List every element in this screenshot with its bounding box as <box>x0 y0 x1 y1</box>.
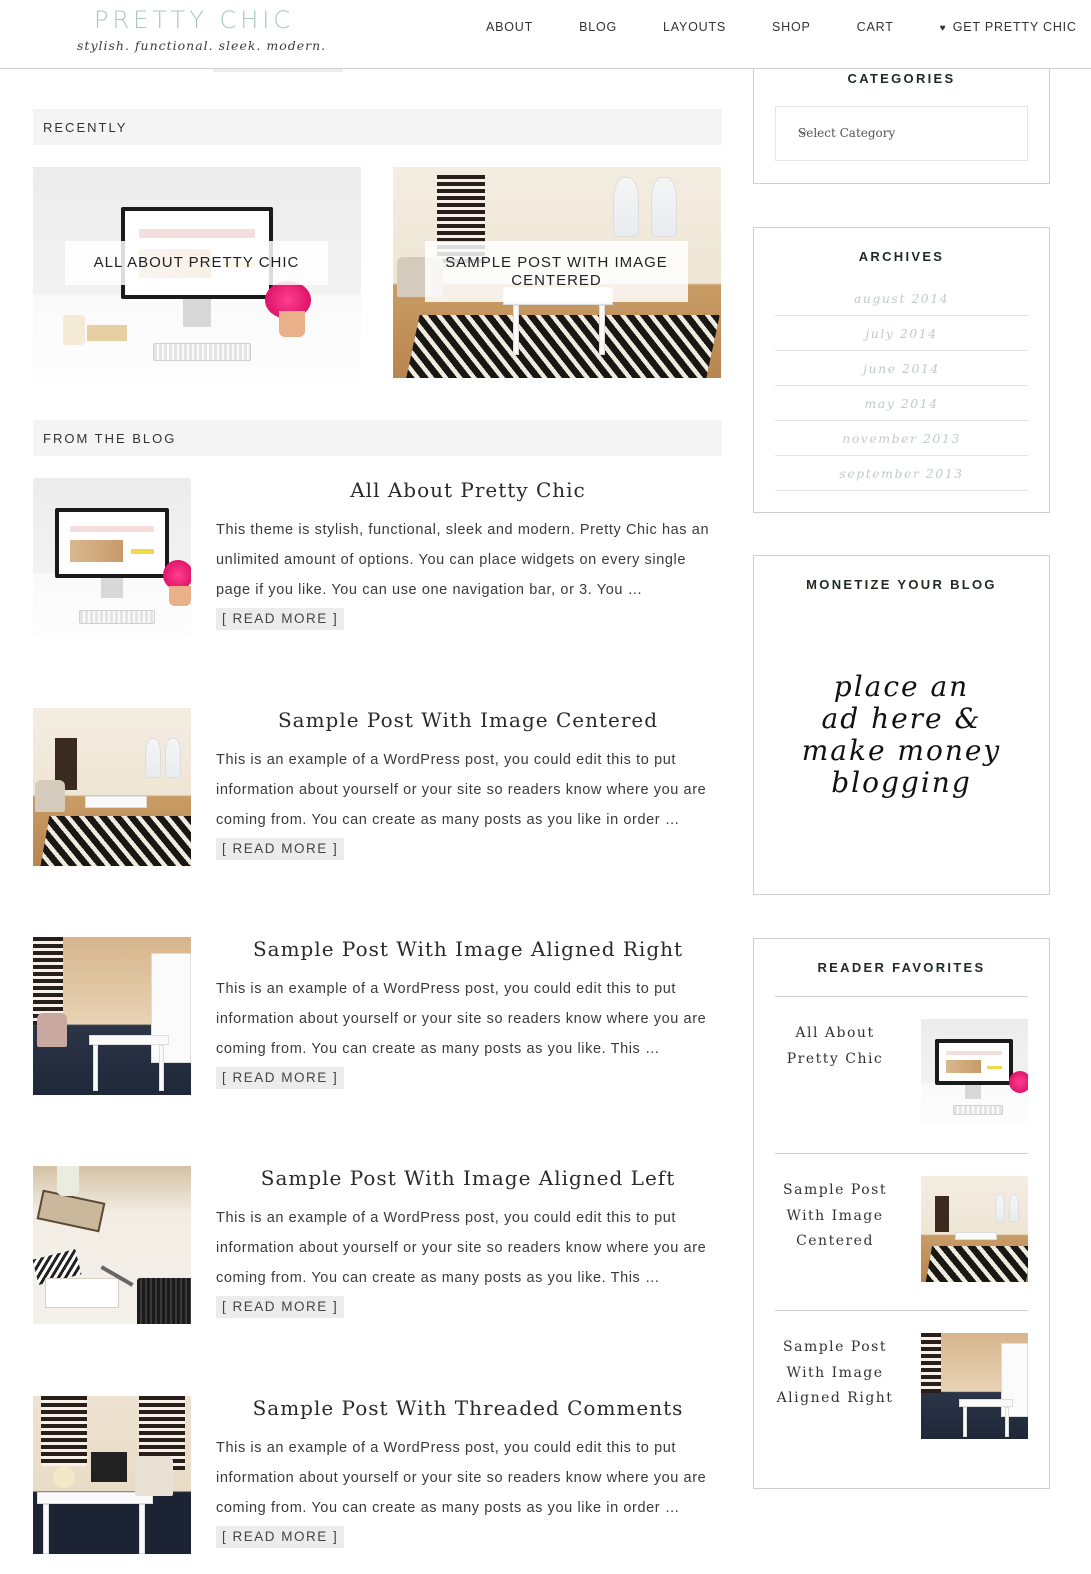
nav-get-pretty-chic[interactable]: ♥ GET PRETTY CHIC <box>940 20 1077 34</box>
post-thumbnail[interactable] <box>33 1166 191 1324</box>
reader-favorites-widget: READER FAVORITES All About Pretty Chic S… <box>753 938 1050 1489</box>
post-thumbnail[interactable] <box>33 708 191 866</box>
archives-title: ARCHIVES <box>858 249 945 264</box>
categories-title: CATEGORIES <box>847 71 956 86</box>
post-excerpt-text: This is an example of a WordPress post, … <box>216 1210 707 1286</box>
monetize-widget: MONETIZE YOUR BLOG place an ad here & ma… <box>753 555 1050 895</box>
archive-link[interactable]: november 2013 <box>775 421 1028 456</box>
archives-list: august 2014 july 2014 june 2014 may 2014… <box>775 281 1028 491</box>
archive-link[interactable]: june 2014 <box>775 351 1028 386</box>
post-title-link[interactable]: Sample Post With Threaded Comments <box>216 1396 720 1420</box>
nav-cart[interactable]: CART <box>857 20 894 34</box>
ad-line: place an <box>833 670 970 703</box>
post-thumbnail[interactable] <box>33 1396 191 1554</box>
favorite-title-link[interactable]: All About Pretty Chic <box>775 1021 895 1072</box>
read-more-button[interactable]: [ READ MORE ] <box>216 838 345 861</box>
nav-about[interactable]: ABOUT <box>486 20 533 34</box>
archive-link[interactable]: may 2014 <box>775 386 1028 421</box>
site-header: PRETTY CHIC stylish. functional. sleek. … <box>0 0 1091 69</box>
post-excerpt: This is an example of a WordPress post, … <box>216 746 722 865</box>
blog-post: Sample Post With Threaded Comments This … <box>33 1396 722 1556</box>
favorite-title-link[interactable]: Sample Post With Image Aligned Right <box>775 1335 895 1412</box>
recent-tile-sample-post-image-centered[interactable]: SAMPLE POST WITH IMAGE CENTERED <box>393 167 721 378</box>
recent-tile-label: SAMPLE POST WITH IMAGE CENTERED <box>425 241 688 302</box>
archive-link[interactable]: august 2014 <box>775 281 1028 316</box>
post-thumbnail[interactable] <box>33 478 191 636</box>
site-logo[interactable]: PRETTY CHIC <box>94 6 294 34</box>
recent-tile-label: ALL ABOUT PRETTY CHIC <box>65 241 328 285</box>
from-the-blog-title: FROM THE BLOG <box>43 431 177 446</box>
desk-stationery-image <box>33 1166 191 1324</box>
monetize-title: MONETIZE YOUR BLOG <box>806 577 997 592</box>
favorite-thumbnail[interactable] <box>921 1333 1028 1439</box>
favorite-thumbnail[interactable] <box>921 1019 1028 1125</box>
favorite-item: All About Pretty Chic <box>775 996 1028 1153</box>
header-divider-tab <box>213 69 343 72</box>
home-office-image <box>33 1396 191 1554</box>
archive-link[interactable]: september 2013 <box>775 456 1028 491</box>
site-tagline: stylish. functional. sleek. modern. <box>77 38 327 53</box>
ad-line: blogging <box>831 766 972 799</box>
category-select[interactable]: Select Category ⌵ <box>775 106 1028 161</box>
post-excerpt: This theme is stylish, functional, sleek… <box>216 516 722 635</box>
post-excerpt: This is an example of a WordPress post, … <box>216 975 722 1094</box>
nav-blog[interactable]: BLOG <box>579 20 617 34</box>
read-more-button[interactable]: [ READ MORE ] <box>216 1526 345 1549</box>
dining-room-image <box>33 708 191 866</box>
favorite-item: Sample Post With Image Centered <box>775 1153 1028 1310</box>
post-excerpt-text: This is an example of a WordPress post, … <box>216 981 707 1057</box>
post-excerpt-text: This is an example of a WordPress post, … <box>216 752 707 828</box>
nav-layouts[interactable]: LAYOUTS <box>663 20 726 34</box>
blog-post: Sample Post With Image Aligned Right Thi… <box>33 937 722 1097</box>
archives-widget: ARCHIVES august 2014 july 2014 june 2014… <box>753 227 1050 513</box>
nav-shop[interactable]: SHOP <box>772 20 811 34</box>
post-excerpt-text: This is an example of a WordPress post, … <box>216 1440 707 1516</box>
post-title-link[interactable]: Sample Post With Image Centered <box>216 708 720 732</box>
ad-line: make money <box>801 734 1002 767</box>
blog-post: All About Pretty Chic This theme is styl… <box>33 478 722 638</box>
favorite-thumbnail[interactable] <box>921 1176 1028 1282</box>
post-excerpt: This is an example of a WordPress post, … <box>216 1204 722 1323</box>
dining-room-image <box>921 1176 1028 1282</box>
main-nav: ABOUT BLOG LAYOUTS SHOP CART ♥ GET PRETT… <box>486 20 1077 34</box>
archive-link[interactable]: july 2014 <box>775 316 1028 351</box>
living-room-image <box>921 1333 1028 1439</box>
heart-icon: ♥ <box>939 23 947 34</box>
read-more-button[interactable]: [ READ MORE ] <box>216 608 345 631</box>
recent-tile-all-about-pretty-chic[interactable]: ALL ABOUT PRETTY CHIC <box>33 167 361 378</box>
desk-computer-image <box>921 1019 1028 1125</box>
ad-line: ad here & <box>821 702 982 735</box>
blog-post: Sample Post With Image Aligned Left This… <box>33 1166 722 1326</box>
recently-section-header: RECENTLY <box>33 109 722 145</box>
read-more-button[interactable]: [ READ MORE ] <box>216 1067 345 1090</box>
read-more-button[interactable]: [ READ MORE ] <box>216 1296 345 1319</box>
post-thumbnail[interactable] <box>33 937 191 1095</box>
post-title-link[interactable]: Sample Post With Image Aligned Left <box>216 1166 720 1190</box>
desk-computer-image <box>33 478 191 636</box>
categories-widget: CATEGORIES Select Category ⌵ <box>753 68 1050 184</box>
nav-get-pretty-chic-label: GET PRETTY CHIC <box>952 20 1077 34</box>
ad-placeholder[interactable]: place an ad here & make money blogging <box>754 671 1049 799</box>
from-the-blog-section-header: FROM THE BLOG <box>33 420 722 456</box>
post-title-link[interactable]: Sample Post With Image Aligned Right <box>216 937 720 961</box>
recently-title: RECENTLY <box>43 120 128 135</box>
blog-post: Sample Post With Image Centered This is … <box>33 708 722 868</box>
favorite-item: Sample Post With Image Aligned Right <box>775 1310 1028 1467</box>
chevron-down-icon: ⌵ <box>798 124 808 138</box>
post-excerpt: This is an example of a WordPress post, … <box>216 1434 722 1553</box>
favorite-title-link[interactable]: Sample Post With Image Centered <box>775 1178 895 1255</box>
post-excerpt-text: This theme is stylish, functional, sleek… <box>216 522 710 598</box>
living-room-image <box>33 937 191 1095</box>
reader-favorites-title: READER FAVORITES <box>817 960 986 975</box>
post-title-link[interactable]: All About Pretty Chic <box>216 478 720 502</box>
